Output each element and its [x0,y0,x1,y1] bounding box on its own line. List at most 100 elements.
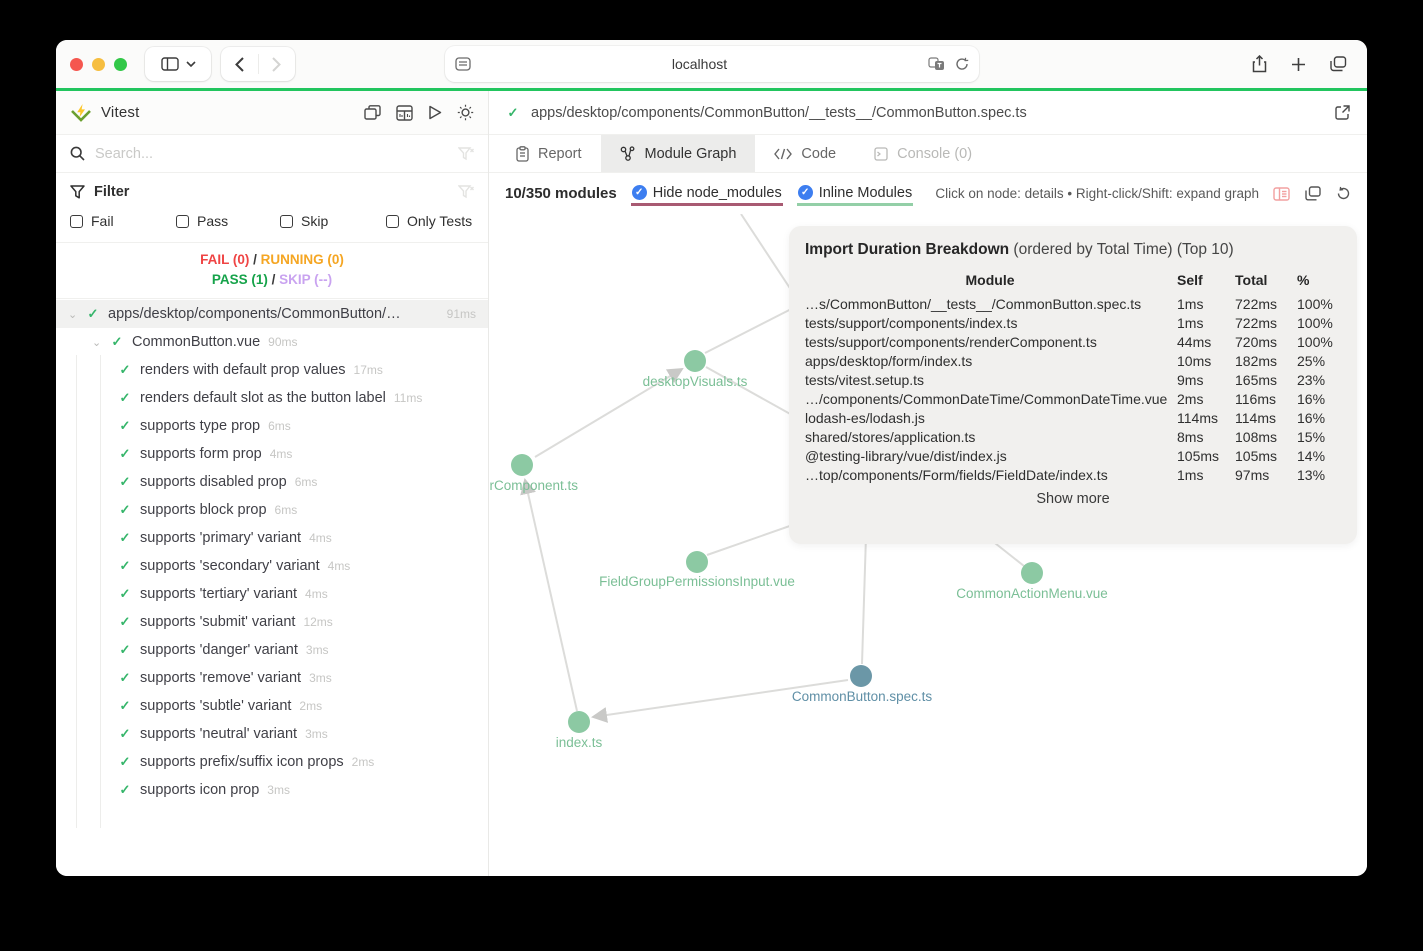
url-text[interactable]: localhost [471,56,928,72]
graph-node-desktopvisuals[interactable] [684,350,706,372]
pass-count: PASS (1) [211,272,268,287]
code-icon [774,148,793,160]
browser-toolbar: localhost [56,40,1367,88]
pass-check-icon: ✓ [119,502,131,517]
reader-icon[interactable] [455,57,471,71]
tree-item-test[interactable]: ✓ supports icon prop 3ms [56,776,488,804]
table-row: shared/stores/application.ts 8ms 108ms 15% [805,428,1326,445]
tree-item-test[interactable]: ✓ supports block prop 6ms [56,496,488,524]
tree-item-test[interactable]: ✓ supports 'neutral' variant 3ms [56,720,488,748]
tree-item-test[interactable]: ✓ supports type prop 6ms [56,412,488,440]
run-all-icon[interactable] [428,105,442,120]
tab-console[interactable]: Console (0) [855,135,991,172]
pass-check-icon: ✓ [119,390,131,405]
tree-item-test[interactable]: ✓ supports 'remove' variant 3ms [56,664,488,692]
address-bar[interactable]: localhost [445,46,979,82]
open-external-icon[interactable] [1335,105,1350,120]
graph-node-fieldgrouppermissionsinput[interactable] [686,551,708,573]
pass-check-icon: ✓ [119,446,131,461]
graph-node-commonbutton-spec[interactable] [850,665,872,687]
tab-overview-icon[interactable] [1330,56,1347,72]
theme-toggle-icon[interactable] [457,104,474,121]
tab-module-graph[interactable]: Module Graph [600,135,756,172]
breadcrumb-path: apps/desktop/components/CommonButton/__t… [531,104,1027,121]
reload-icon[interactable] [955,57,969,71]
search-icon [70,146,85,161]
search-bar [56,135,488,173]
import-duration-panel: Import Duration Breakdown (ordered by To… [789,226,1357,544]
tree-item-test[interactable]: ✓ supports 'subtle' variant 2ms [56,692,488,720]
pass-check-icon: ✓ [119,530,131,545]
tree-item-test[interactable]: ✓ supports prefix/suffix icon props 2ms [56,748,488,776]
tree-item-test[interactable]: ✓ renders with default prop values 17ms [56,356,488,384]
search-input[interactable] [95,145,448,162]
sidebar-toggle-button[interactable] [145,47,211,81]
breadcrumb: ✓ apps/desktop/components/CommonButton/_… [489,91,1367,135]
pass-check-icon: ✓ [119,558,131,573]
pass-check-icon: ✓ [119,474,131,489]
tree-item-test[interactable]: ✓ renders default slot as the button labe… [56,384,488,412]
filter-pass-checkbox[interactable]: Pass [176,213,280,229]
edge [861,535,867,665]
skip-count: SKIP (--) [279,272,333,287]
main-panel: ✓ apps/desktop/components/CommonButton/_… [489,91,1367,876]
tree-item-test[interactable]: ✓ supports 'secondary' variant 4ms [56,552,488,580]
pass-check-icon: ✓ [119,698,131,713]
chevron-down-icon[interactable]: ⌄ [68,308,78,321]
panel-title: Import Duration Breakdown (ordered by To… [805,241,1234,258]
graph-node-rendercomponent[interactable] [511,454,533,476]
tree-item-spec-file[interactable]: ⌄ ✓ apps/desktop/components/CommonButton… [56,300,488,328]
node-label: FieldGroupPermissionsInput.vue [599,574,795,589]
forward-button[interactable] [259,56,295,72]
translate-icon[interactable] [928,57,945,71]
tree-item-test[interactable]: ✓ supports 'submit' variant 12ms [56,608,488,636]
tree-item-test[interactable]: ✓ supports 'danger' variant 3ms [56,636,488,664]
inline-modules-checkbox[interactable]: ✓ Inline Modules [796,182,914,206]
copy-graph-icon[interactable] [1305,186,1321,201]
test-explorer-sidebar: Vitest Search... Filter Fail Pass Skip O… [56,91,489,876]
minimize-window-button[interactable] [92,57,105,71]
share-icon[interactable] [1252,55,1267,73]
dashboard-icon[interactable] [396,104,413,121]
filter-fail-checkbox[interactable]: Fail [70,213,176,229]
column-module: Module [965,272,1015,288]
tab-report[interactable]: Report [497,135,601,172]
tree-item-test[interactable]: ✓ supports disabled prop 6ms [56,468,488,496]
column-self: Self [1177,272,1203,288]
sidebar-icon [160,57,179,71]
tab-code[interactable]: Code [755,135,855,172]
pass-check-icon: ✓ [119,642,131,657]
module-count: 10/350 modules [505,185,617,202]
graph-toolbar: 10/350 modules ✓ Hide node_modules ✓ Inl… [489,173,1367,214]
clear-filter-icon[interactable] [458,146,474,161]
tree-item-suite[interactable]: ⌄ ✓ CommonButton.vue 90ms [56,328,488,356]
back-button[interactable] [222,56,258,72]
chevron-down-icon[interactable]: ⌄ [92,336,102,349]
show-more-button[interactable]: Show more [805,491,1341,507]
tree-item-test[interactable]: ✓ supports 'primary' variant 4ms [56,524,488,552]
table-row: @testing-library/vue/dist/index.js 105ms 1… [805,447,1326,464]
tree-item-test[interactable]: ✓ supports 'tertiary' variant 4ms [56,580,488,608]
graph-node-commonactionmenu[interactable] [1021,562,1043,584]
graph-node-index[interactable] [568,711,590,733]
tree-item-test[interactable]: ✓ supports form prop 4ms [56,440,488,468]
filter-skip-checkbox[interactable]: Skip [280,213,386,229]
collapse-panels-icon[interactable] [364,105,381,120]
checked-checkbox-icon: ✓ [797,185,813,200]
hide-node-modules-checkbox[interactable]: ✓ Hide node_modules [630,182,783,206]
module-graph-canvas[interactable]: desktopVisuals.ts erComponent.ts FieldGr… [489,214,1367,876]
close-window-button[interactable] [70,57,83,71]
pass-check-icon: ✓ [111,334,123,349]
reset-filter-icon[interactable] [458,185,474,199]
module-graph-icon [620,146,636,161]
table-row: tests/support/components/index.ts 1ms 722m… [805,314,1333,331]
history-nav [221,47,295,81]
new-tab-icon[interactable] [1291,57,1306,72]
zoom-window-button[interactable] [114,57,127,71]
reset-graph-icon[interactable] [1336,186,1351,201]
filter-onlytests-checkbox[interactable]: Only Tests [386,213,472,229]
run-summary: FAIL (0) / RUNNING (0) PASS (1) / SKIP (… [56,243,488,299]
node-details-icon[interactable] [1273,186,1290,201]
filter-section: Filter Fail Pass Skip Only Tests [56,173,488,243]
table-row: tests/support/components/renderComponent… [805,333,1333,350]
